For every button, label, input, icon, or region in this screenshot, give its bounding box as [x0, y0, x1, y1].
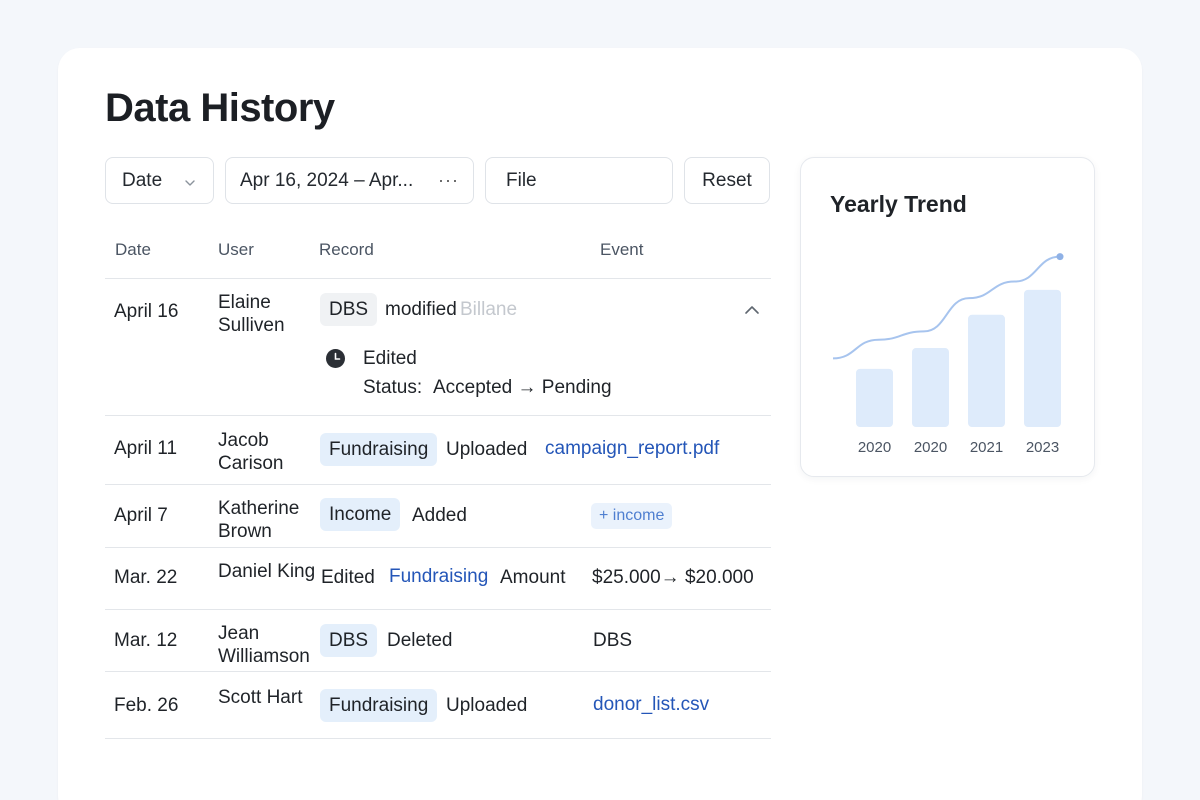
table-divider — [105, 278, 771, 279]
row-date: April 16 — [114, 301, 179, 322]
row-faint-text: Billane — [460, 299, 518, 320]
row-user: Katherine Brown — [218, 498, 300, 542]
row-user: Jacob Carison — [218, 430, 284, 474]
x-tick-label: 2020 — [858, 439, 891, 456]
column-header-date[interactable]: Date — [115, 240, 151, 260]
page-title: Data History — [105, 86, 335, 130]
trend-bar — [856, 368, 893, 427]
chevron-up-icon[interactable] — [743, 301, 761, 324]
row-user: Elaine Sulliven — [218, 292, 285, 336]
trend-bar — [912, 348, 949, 427]
row-action: modified — [385, 299, 457, 320]
row-target: DBS — [593, 630, 633, 651]
x-tick-label: 2023 — [1026, 439, 1059, 456]
row-date: Mar. 22 — [114, 567, 178, 588]
detail-event: Edited — [363, 348, 417, 369]
record-tag: Income — [320, 498, 401, 531]
table-divider — [105, 738, 771, 739]
table-divider — [105, 671, 771, 672]
row-action: Deleted — [387, 630, 453, 651]
trend-endpoint — [1056, 253, 1064, 261]
file-filter-label: File — [506, 169, 537, 191]
row-field: Amount — [500, 567, 566, 588]
date-range-value: Apr 16, 2024 – Apr... — [240, 169, 414, 191]
table-divider — [105, 484, 771, 485]
row-date: Feb. 26 — [114, 695, 179, 716]
trend-chart: 2020 2020 2021 2023 — [832, 253, 1064, 456]
table-divider — [105, 415, 771, 416]
file-link[interactable]: donor_list.csv — [593, 694, 709, 716]
row-user: Scott Hart — [218, 687, 303, 708]
row-date: April 11 — [114, 438, 178, 459]
date-range-picker[interactable]: Apr 16, 2024 – Apr... ··· — [225, 157, 474, 204]
record-tag: DBS — [320, 293, 378, 326]
chevron-down-icon — [183, 174, 197, 188]
more-icon[interactable]: ··· — [438, 170, 459, 191]
date-filter-select[interactable]: Date — [105, 157, 214, 204]
row-action: Added — [412, 505, 467, 526]
detail-status-label: Status: — [363, 377, 423, 398]
income-chip[interactable]: + income — [591, 503, 673, 529]
row-date: April 7 — [114, 505, 168, 526]
date-filter-label: Date — [122, 169, 163, 191]
x-tick-label: 2020 — [914, 439, 947, 456]
table-divider — [105, 609, 771, 610]
column-header-user[interactable]: User — [218, 240, 254, 260]
record-tag: Fundraising — [320, 433, 438, 466]
record-link[interactable]: Fundraising — [389, 566, 488, 588]
record-tag: DBS — [320, 624, 378, 657]
row-date: Mar. 12 — [114, 630, 178, 651]
row-user: Jean Williamson — [218, 623, 310, 667]
clock-icon — [325, 348, 346, 374]
row-change: $25.000→ $20.000 — [592, 567, 754, 588]
record-tag: Fundraising — [320, 689, 438, 722]
row-action: Uploaded — [446, 695, 528, 716]
trend-bar — [1024, 289, 1061, 427]
detail-status-change: Accepted → Pending — [433, 377, 612, 398]
column-header-event[interactable]: Event — [600, 240, 643, 260]
yearly-trend-card: Yearly Trend 2020 2020 2021 2023 — [800, 157, 1095, 477]
x-tick-label: 2021 — [970, 439, 1003, 456]
row-action: Edited — [321, 567, 375, 588]
file-filter-input[interactable]: File — [485, 157, 673, 204]
table-divider — [105, 547, 771, 548]
column-header-record[interactable]: Record — [319, 240, 374, 260]
reset-button[interactable]: Reset — [684, 157, 770, 204]
file-link[interactable]: campaign_report.pdf — [545, 438, 719, 460]
row-user: Daniel King — [218, 561, 316, 582]
trend-bar — [968, 314, 1005, 427]
reset-button-label: Reset — [702, 169, 752, 191]
row-action: Uploaded — [446, 439, 528, 460]
